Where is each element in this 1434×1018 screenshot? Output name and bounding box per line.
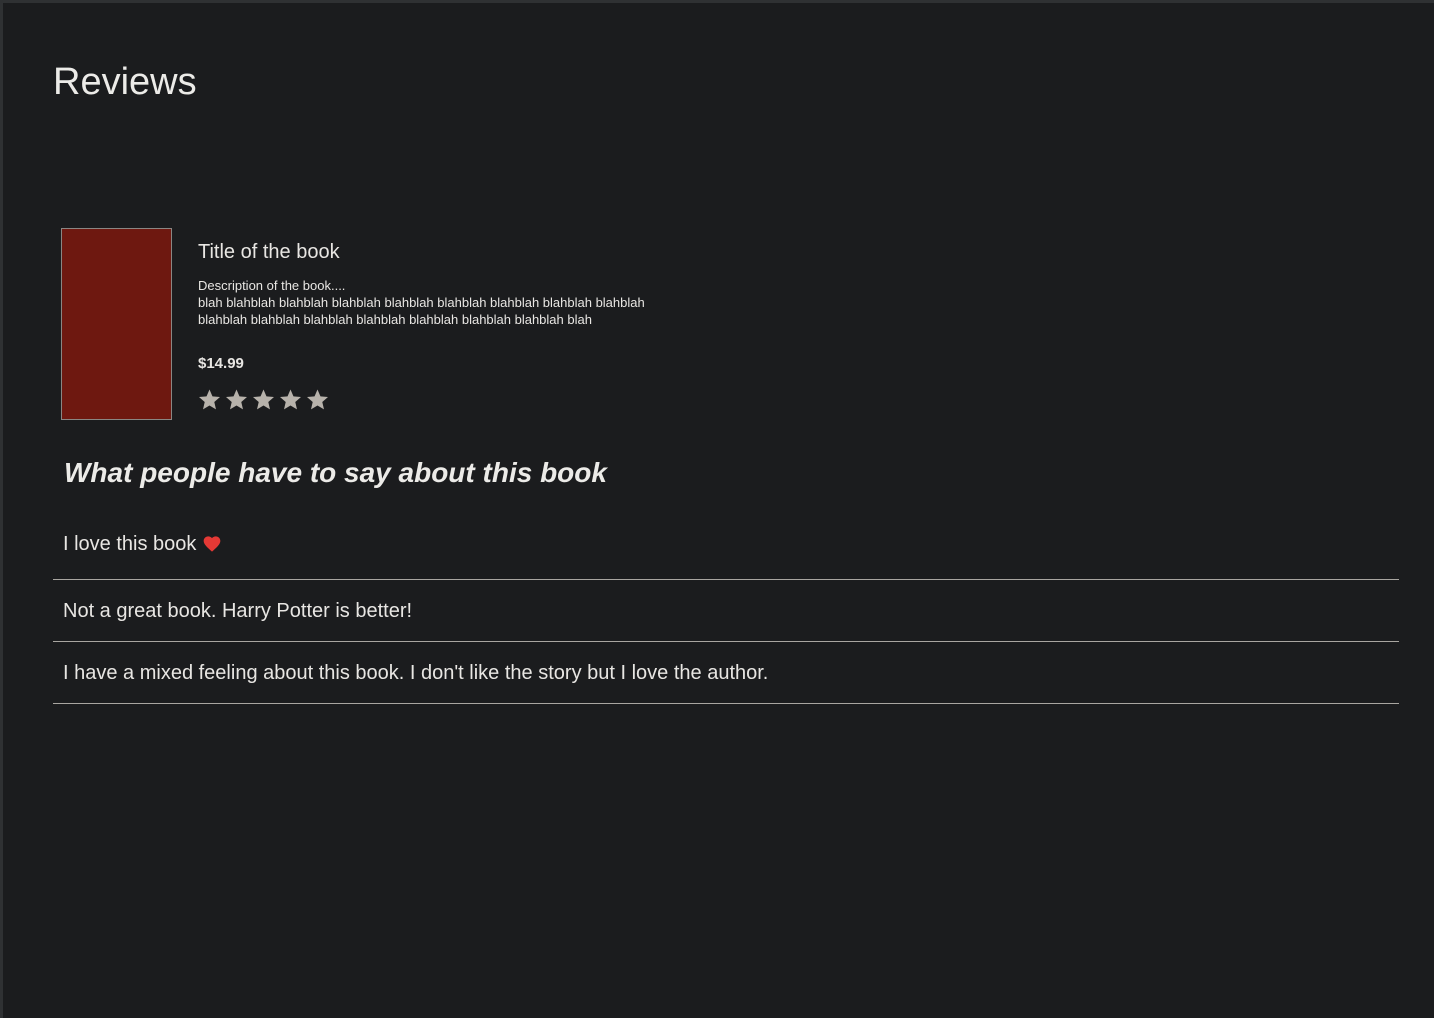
star-icon[interactable]	[279, 386, 302, 412]
review-text: I have a mixed feeling about this book. …	[63, 661, 769, 684]
review-item: I have a mixed feeling about this book. …	[53, 642, 1399, 704]
star-rating	[198, 386, 329, 416]
book-description: Description of the book.... blah blahbla…	[198, 277, 668, 328]
book-price: $14.99	[198, 355, 244, 372]
book-title: Title of the book	[198, 241, 340, 263]
star-icon[interactable]	[306, 386, 329, 412]
book-description-line: blah blahblah blahblah blahblah blahblah…	[198, 295, 645, 310]
star-icon[interactable]	[225, 386, 248, 412]
star-icon[interactable]	[252, 386, 275, 412]
reviews-heading: What people have to say about this book	[64, 457, 607, 488]
book-description-line: Description of the book....	[198, 278, 346, 293]
book-cover	[61, 228, 172, 420]
review-item: I love this book	[53, 515, 1399, 580]
review-text: I love this book	[63, 533, 197, 555]
review-item: Not a great book. Harry Potter is better…	[53, 580, 1399, 642]
page-title: Reviews	[53, 61, 197, 103]
review-list: I love this book Not a great book. Harry…	[53, 515, 1399, 704]
book-card: Title of the book Description of the boo…	[61, 228, 761, 423]
heart-icon	[202, 534, 222, 554]
review-text: Not a great book. Harry Potter is better…	[63, 599, 413, 622]
star-icon[interactable]	[198, 386, 221, 412]
book-description-line: blahblah blahblah blahblah blahblah blah…	[198, 312, 592, 327]
